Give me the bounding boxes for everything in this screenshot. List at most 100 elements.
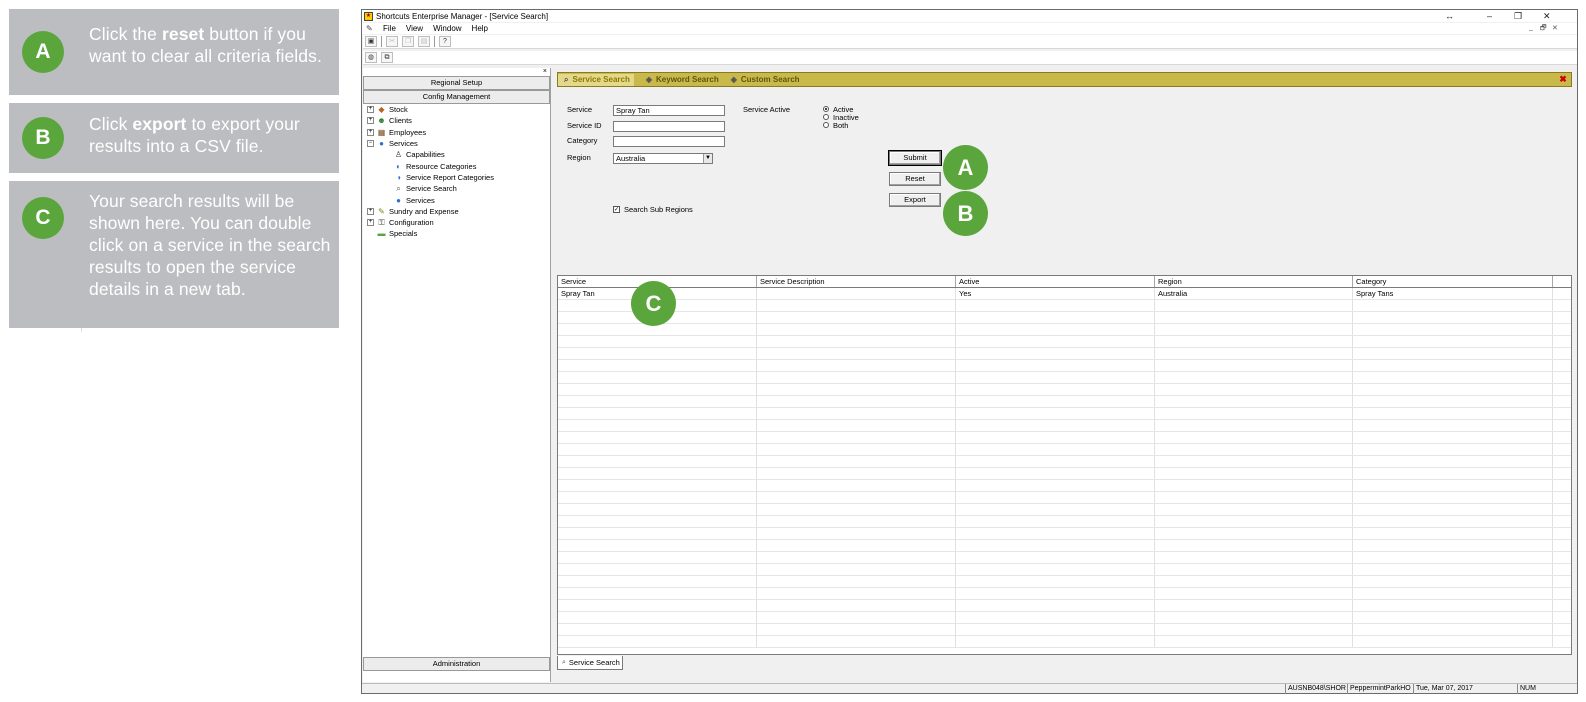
- category-label: Category: [567, 136, 598, 145]
- tree-item[interactable]: + ✎ Sundry and Expense: [367, 206, 550, 217]
- tree-item[interactable]: ▬ Specials: [367, 228, 550, 239]
- search-sub-regions-checkbox[interactable]: ✓ Search Sub Regions: [613, 205, 693, 214]
- table-cell: [1155, 348, 1353, 359]
- submit-button[interactable]: Submit: [888, 150, 942, 166]
- tab-service-search-label: Service Search: [572, 75, 630, 84]
- table-cell: [558, 396, 757, 407]
- category-input[interactable]: [613, 136, 725, 147]
- document-icon[interactable]: ✎: [366, 24, 376, 33]
- restore-arrows-icon[interactable]: ↔: [1445, 10, 1454, 22]
- close-window-button[interactable]: ✕: [1543, 10, 1551, 22]
- callout-b-text: Click export to export your results into…: [89, 113, 333, 157]
- service-id-input[interactable]: [613, 121, 725, 132]
- regional-setup-button[interactable]: Regional Setup: [363, 76, 550, 90]
- table-cell: [757, 516, 956, 527]
- table-cell: [757, 552, 956, 563]
- expand-icon[interactable]: +: [367, 219, 374, 227]
- expand-icon[interactable]: +: [367, 207, 374, 215]
- maximize-button[interactable]: ❐: [1514, 10, 1522, 22]
- help-icon[interactable]: ?: [439, 36, 451, 47]
- table-cell: [558, 372, 757, 383]
- tree-item[interactable]: ◑ Service Report Categories: [367, 172, 550, 183]
- table-cell: [1155, 432, 1353, 443]
- search-sub-regions-label: Search Sub Regions: [624, 205, 693, 214]
- radio-inactive-dot[interactable]: [823, 114, 829, 120]
- tab-keyword-search[interactable]: ◈ Keyword Search: [644, 75, 719, 84]
- tree-item-label: Stock: [389, 105, 408, 115]
- column-header[interactable]: Category: [1353, 276, 1553, 287]
- table-cell: [558, 420, 757, 431]
- radio-both[interactable]: Both: [823, 121, 848, 130]
- administration-button[interactable]: Administration: [363, 657, 550, 671]
- tree-item[interactable]: + ▦ Employees: [367, 127, 550, 138]
- empty-row: [558, 468, 1571, 480]
- tab-custom-search[interactable]: ◈ Custom Search: [729, 75, 800, 84]
- chevron-down-icon[interactable]: ▼: [703, 154, 712, 163]
- tree-item[interactable]: + ◆ Stock: [367, 104, 550, 115]
- toolbar-separator: [381, 36, 382, 47]
- menu-help[interactable]: Help: [472, 24, 488, 33]
- table-cell: [1353, 588, 1553, 599]
- reset-button[interactable]: Reset: [889, 172, 941, 186]
- table-cell: [757, 540, 956, 551]
- column-header[interactable]: Active: [956, 276, 1155, 287]
- service-input[interactable]: Spray Tan: [613, 105, 725, 116]
- table-cell: [757, 588, 956, 599]
- tree-item[interactable]: + ☻ Clients: [367, 115, 550, 126]
- column-header[interactable]: Service Description: [757, 276, 956, 287]
- region-select[interactable]: Australia ▼: [613, 153, 713, 164]
- column-header[interactable]: Region: [1155, 276, 1353, 287]
- table-cell: [1155, 336, 1353, 347]
- cut-icon[interactable]: ✂: [386, 36, 398, 47]
- tutorial-slide: A Click the reset button if you want to …: [0, 0, 1586, 702]
- paste-icon[interactable]: ▤: [418, 36, 430, 47]
- tree-item[interactable]: ◐ Resource Categories: [367, 160, 550, 171]
- tree-item[interactable]: + ⚿ Configuration: [367, 217, 550, 228]
- collapse-icon[interactable]: −: [367, 140, 374, 148]
- tree-item[interactable]: ● Services: [367, 194, 550, 205]
- table-cell: [558, 456, 757, 467]
- expand-icon[interactable]: +: [367, 106, 374, 114]
- tree-item[interactable]: ⌕ Service Search: [367, 183, 550, 194]
- callout-c-text: Your search results will be shown here. …: [89, 190, 333, 300]
- save-icon[interactable]: ▣: [365, 36, 377, 47]
- radio-both-dot[interactable]: [823, 122, 829, 128]
- windows-icon[interactable]: ⧉: [381, 52, 393, 63]
- table-cell: [956, 624, 1155, 635]
- table-cell: [558, 540, 757, 551]
- table-row[interactable]: Spray Tan Yes Australia Spray Tans: [558, 288, 1571, 300]
- table-cell: [757, 468, 956, 479]
- minimize-button[interactable]: –: [1487, 10, 1492, 22]
- table-cell: [1353, 504, 1553, 515]
- radio-active-dot[interactable]: [823, 106, 829, 112]
- copy-icon[interactable]: ❐: [402, 36, 414, 47]
- config-management-button[interactable]: Config Management: [363, 90, 550, 104]
- close-icon[interactable]: ×: [543, 68, 547, 75]
- database-icon[interactable]: ◍: [365, 52, 377, 63]
- table-cell: [757, 504, 956, 515]
- mdi-restore-button[interactable]: 🗗: [1540, 24, 1547, 35]
- table-cell: [1353, 468, 1553, 479]
- menu-file[interactable]: File: [383, 24, 396, 33]
- table-cell: [1155, 516, 1353, 527]
- mdi-minimize-button[interactable]: _: [1529, 24, 1533, 31]
- table-cell: [757, 420, 956, 431]
- export-button[interactable]: Export: [889, 193, 941, 207]
- results-table: Service Service Description Active Region Ca…: [557, 275, 1572, 655]
- main-toolbar: ▣ ✂ ❐ ▤ ?: [363, 35, 1577, 49]
- mdi-close-button[interactable]: ✕: [1552, 24, 1558, 32]
- bottom-tab-service-search[interactable]: ⌕ Service Search: [557, 656, 623, 670]
- expand-icon[interactable]: +: [367, 117, 374, 125]
- tree-item[interactable]: ♙ Capabilities: [367, 149, 550, 160]
- table-cell: [1155, 636, 1353, 647]
- menu-view[interactable]: View: [406, 24, 423, 33]
- close-tab-icon[interactable]: ✖: [1558, 74, 1568, 84]
- menu-window[interactable]: Window: [433, 24, 461, 33]
- checkbox-box[interactable]: ✓: [613, 206, 620, 213]
- tab-service-search[interactable]: ⌕ Service Search: [558, 73, 634, 86]
- resource-categories-icon: ◐: [396, 161, 401, 171]
- table-cell: [757, 300, 956, 311]
- table-cell: [1353, 408, 1553, 419]
- tree-item[interactable]: − ● Services: [367, 138, 550, 149]
- expand-icon[interactable]: +: [367, 128, 374, 136]
